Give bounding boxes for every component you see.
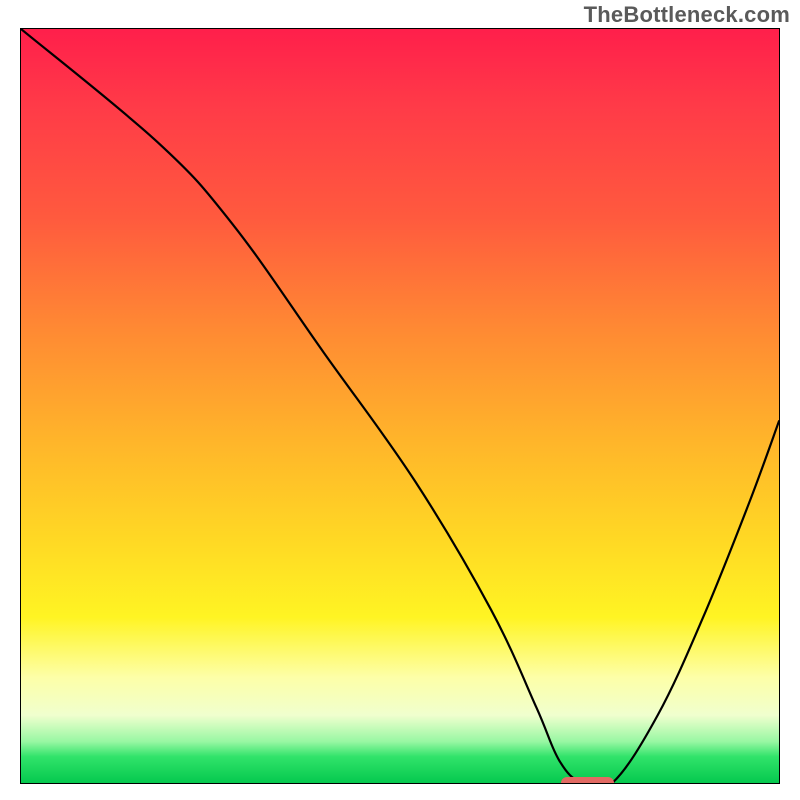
chart-frame: TheBottleneck.com [0, 0, 800, 800]
curve-svg [21, 29, 779, 783]
chart-plot-area [20, 28, 780, 784]
optimal-range-marker [561, 777, 614, 784]
bottleneck-curve [21, 29, 779, 783]
watermark-text: TheBottleneck.com [584, 2, 790, 28]
